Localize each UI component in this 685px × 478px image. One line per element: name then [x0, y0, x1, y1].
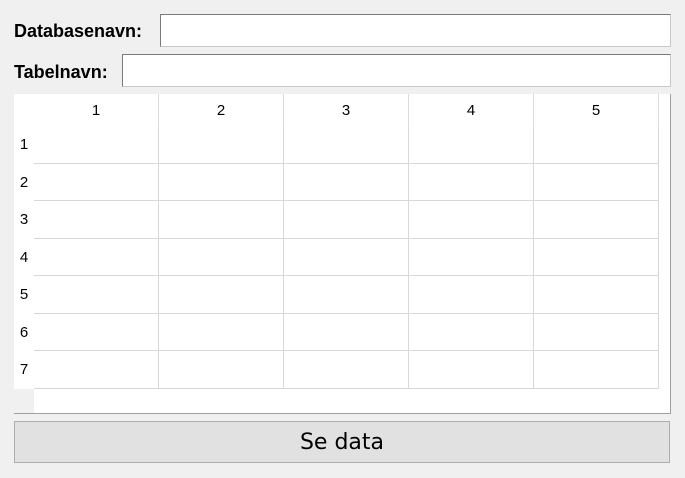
- table-cell[interactable]: [34, 313, 159, 351]
- table-cell[interactable]: [34, 201, 159, 239]
- table-cell[interactable]: [34, 238, 159, 276]
- column-header-1[interactable]: 1: [34, 94, 159, 126]
- row-header-3[interactable]: 3: [14, 201, 34, 239]
- table-cell[interactable]: [409, 126, 534, 164]
- data-table[interactable]: 123451234567: [14, 94, 671, 414]
- table-cell[interactable]: [284, 276, 409, 314]
- table-cell[interactable]: [534, 201, 659, 239]
- row-header-2[interactable]: 2: [14, 163, 34, 201]
- row-header-empty-area: [14, 387, 34, 413]
- table-cell[interactable]: [409, 163, 534, 201]
- table-cell[interactable]: [534, 313, 659, 351]
- table-cell[interactable]: [159, 313, 284, 351]
- table-corner: [14, 94, 34, 126]
- table-cell[interactable]: [284, 238, 409, 276]
- show-data-button[interactable]: Se data: [14, 421, 670, 463]
- table-cell[interactable]: [534, 351, 659, 389]
- table-name-input[interactable]: [122, 54, 671, 87]
- table-cell[interactable]: [34, 351, 159, 389]
- table-cell[interactable]: [534, 126, 659, 164]
- column-header-5[interactable]: 5: [534, 94, 659, 126]
- row-header-4[interactable]: 4: [14, 238, 34, 276]
- table-cell[interactable]: [159, 201, 284, 239]
- table-cell[interactable]: [409, 351, 534, 389]
- table-cell[interactable]: [34, 163, 159, 201]
- table-cell[interactable]: [284, 163, 409, 201]
- table-cell[interactable]: [409, 238, 534, 276]
- table-cell[interactable]: [159, 126, 284, 164]
- table-cell[interactable]: [534, 238, 659, 276]
- table-cell[interactable]: [284, 201, 409, 239]
- table-cell[interactable]: [534, 163, 659, 201]
- table-cell[interactable]: [284, 313, 409, 351]
- column-header-3[interactable]: 3: [284, 94, 409, 126]
- row-header-5[interactable]: 5: [14, 276, 34, 314]
- column-header-2[interactable]: 2: [159, 94, 284, 126]
- table-cell[interactable]: [34, 276, 159, 314]
- table-cell[interactable]: [534, 276, 659, 314]
- row-header-1[interactable]: 1: [14, 126, 34, 164]
- row-header-7[interactable]: 7: [14, 351, 34, 389]
- table-cell[interactable]: [159, 163, 284, 201]
- table-cell[interactable]: [409, 201, 534, 239]
- table-cell[interactable]: [159, 276, 284, 314]
- table-name-label: Tabelnavn:: [14, 62, 108, 82]
- row-header-6[interactable]: 6: [14, 313, 34, 351]
- table-cell[interactable]: [409, 313, 534, 351]
- table-cell[interactable]: [409, 276, 534, 314]
- table-cell[interactable]: [34, 126, 159, 164]
- database-name-input[interactable]: [160, 14, 671, 47]
- table-cell[interactable]: [159, 351, 284, 389]
- table-cell[interactable]: [284, 126, 409, 164]
- table-cell[interactable]: [284, 351, 409, 389]
- column-header-4[interactable]: 4: [409, 94, 534, 126]
- table-cell[interactable]: [159, 238, 284, 276]
- database-name-label: Databasenavn:: [14, 21, 143, 41]
